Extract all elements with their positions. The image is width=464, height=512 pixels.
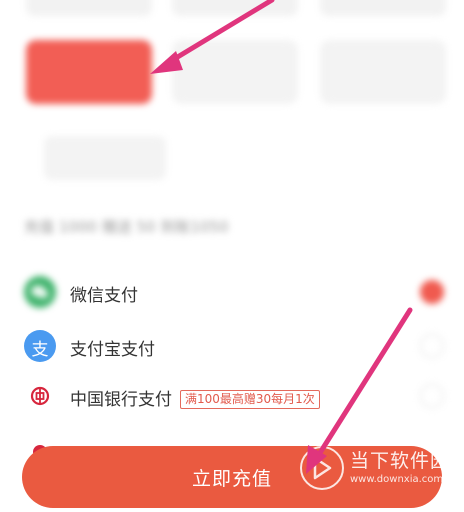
amount-tile-selected[interactable] xyxy=(26,40,152,104)
wechat-pay-icon xyxy=(24,276,56,308)
radio-selected[interactable] xyxy=(420,280,444,304)
payment-option-alipay[interactable]: 支 支付宝支付 xyxy=(0,324,464,368)
custom-amount-tile[interactable] xyxy=(44,136,166,180)
amount-tile-2[interactable] xyxy=(172,40,298,104)
recharge-button-label: 立即充值 xyxy=(191,467,272,490)
payment-label: 支付宝支付 xyxy=(70,340,155,360)
bank-of-china-icon xyxy=(24,380,56,412)
watermark: 当下软件园 www.downxia.com xyxy=(300,440,460,496)
amount-tile-3[interactable] xyxy=(320,40,446,104)
watermark-url: www.downxia.com xyxy=(350,474,444,485)
radio-unselected[interactable] xyxy=(420,384,444,408)
radio-unselected[interactable] xyxy=(420,334,444,358)
amount-tile-top-1[interactable] xyxy=(26,0,152,16)
promo-badge: 满100最高赠30每月1次 xyxy=(180,390,320,409)
recharge-summary: 充值 1000 赠送 50 到账1050 xyxy=(24,218,229,236)
amount-tile-top-3[interactable] xyxy=(320,0,446,16)
amount-tile-top-2[interactable] xyxy=(172,0,298,16)
alipay-icon: 支 xyxy=(24,330,56,362)
watermark-logo-icon xyxy=(300,446,344,490)
payment-label: 中国银行支付 xyxy=(70,390,172,410)
payment-label: 微信支付 xyxy=(70,286,138,306)
payment-option-wechat[interactable]: 微信支付 xyxy=(0,270,464,314)
payment-option-bank-of-china[interactable]: 中国银行支付 满100最高赠30每月1次 xyxy=(0,374,464,418)
watermark-text: 当下软件园 xyxy=(350,450,451,472)
